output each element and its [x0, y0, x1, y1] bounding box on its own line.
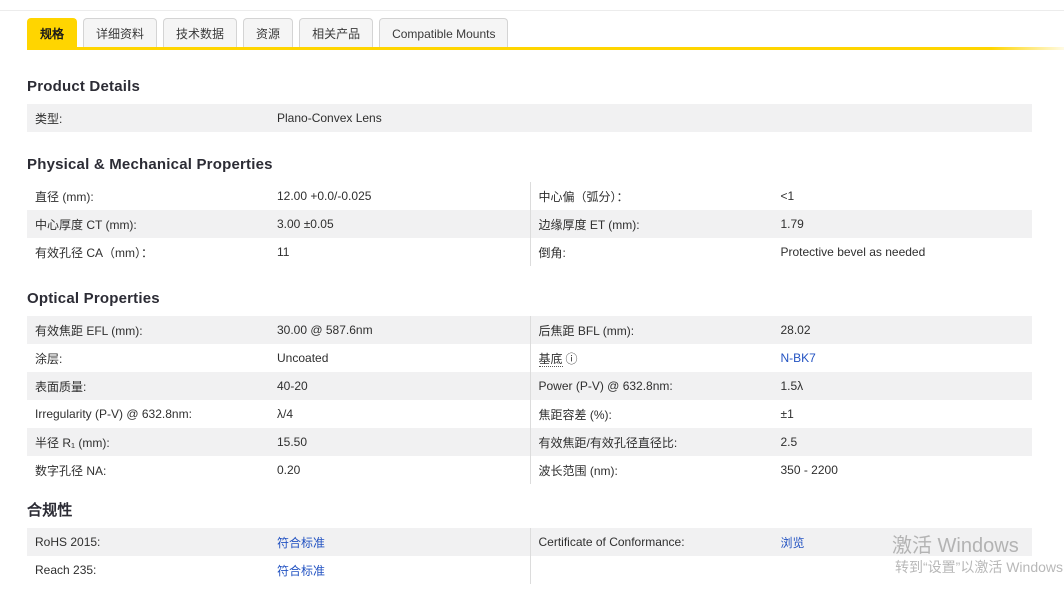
physical-properties-table: 直径 (mm): 12.00 +0.0/-0.025 中心偏（弧分）： <1 中… — [27, 182, 1032, 266]
table-row: RoHS 2015: 符合标准 Certificate of Conforman… — [27, 528, 1032, 556]
spec-label-coating: 涂层: — [35, 351, 63, 366]
certificate-view-link[interactable]: 浏览 — [781, 536, 805, 550]
section-title-physical: Physical & Mechanical Properties — [27, 156, 273, 173]
table-row: 类型: Plano-Convex Lens — [27, 104, 1032, 132]
spec-label-diameter: 直径 (mm): — [35, 189, 94, 204]
spec-value-edge-thickness: 1.79 — [780, 217, 804, 231]
table-row: 涂层: Uncoated 基底 ⓘ N-BK7 — [27, 344, 1032, 372]
spec-value-f-number: 2.5 — [780, 435, 798, 449]
product-spec-page: 规格 详细资料 技术数据 资源 相关产品 Compatible Mounts P… — [0, 0, 1064, 600]
tab-resources[interactable]: 资源 — [243, 18, 294, 48]
spec-label-centration: 中心偏（弧分）： — [538, 189, 629, 204]
spec-label-radius-r1: 半径 R₁ (mm): — [35, 435, 110, 450]
compliance-table: RoHS 2015: 符合标准 Certificate of Conforman… — [27, 528, 1032, 584]
spec-label-center-thickness: 中心厚度 CT (mm): — [35, 217, 137, 232]
spec-label-certificate: Certificate of Conformance: — [538, 535, 685, 549]
table-row: 中心厚度 CT (mm): 3.00 ±0.05 边缘厚度 ET (mm): 1… — [27, 210, 1032, 238]
table-row: 数字孔径 NA: 0.20 波长范围 (nm): 350 - 2200 — [27, 456, 1032, 484]
spec-value-bevel: Protective bevel as needed — [780, 245, 926, 259]
top-divider — [0, 10, 1064, 11]
spec-label-surface-quality: 表面质量: — [35, 379, 87, 394]
spec-value-bfl: 28.02 — [780, 323, 811, 337]
table-row: 有效孔径 CA（mm）： 11 倒角: Protective bevel as … — [27, 238, 1032, 266]
spec-label-edge-thickness: 边缘厚度 ET (mm): — [538, 217, 640, 232]
spec-value-clear-aperture: 11 — [277, 245, 290, 259]
tab-technical-data[interactable]: 技术数据 — [163, 18, 238, 48]
spec-value-type: Plano-Convex Lens — [277, 111, 382, 125]
spec-value-efl: 30.00 @ 587.6nm — [277, 323, 373, 337]
spec-value-center-thickness: 3.00 ±0.05 — [277, 217, 334, 231]
tab-specs[interactable]: 规格 — [27, 18, 78, 48]
spec-label-power: Power (P-V) @ 632.8nm: — [538, 379, 673, 393]
rohs-compliant-link[interactable]: 符合标准 — [277, 536, 325, 550]
info-icon[interactable]: ⓘ — [566, 352, 578, 366]
spec-content: Product Details 类型: Plano-Convex Lens Ph… — [27, 78, 1032, 586]
spec-value-na: 0.20 — [277, 463, 301, 477]
spec-value-centration: <1 — [780, 189, 795, 203]
optical-properties-table: 有效焦距 EFL (mm): 30.00 @ 587.6nm 后焦距 BFL (… — [27, 316, 1032, 484]
spec-label-efl: 有效焦距 EFL (mm): — [35, 323, 143, 338]
spec-value-diameter: 12.00 +0.0/-0.025 — [277, 189, 372, 203]
spec-value-radius-r1: 15.50 — [277, 435, 308, 449]
spec-label-substrate: 基底 ⓘ — [531, 350, 781, 367]
spec-label-clear-aperture: 有效孔径 CA（mm）： — [35, 245, 153, 260]
spec-value-fl-tolerance: ±1 — [780, 407, 794, 421]
table-row: 表面质量: 40-20 Power (P-V) @ 632.8nm: 1.5λ — [27, 372, 1032, 400]
spec-label-wavelength-range: 波长范围 (nm): — [538, 463, 618, 478]
spec-label-reach: Reach 235: — [35, 563, 97, 577]
substrate-term[interactable]: 基底 — [538, 351, 563, 367]
spec-label-type: 类型: — [35, 111, 63, 126]
spec-label-bfl: 后焦距 BFL (mm): — [538, 323, 635, 338]
spec-label-bevel: 倒角: — [538, 245, 566, 260]
section-title-product-details: Product Details — [27, 78, 141, 95]
spec-label-rohs: RoHS 2015: — [35, 535, 101, 549]
table-row: Reach 235: 符合标准 — [27, 556, 1032, 584]
spec-label-na: 数字孔径 NA: — [35, 463, 107, 478]
tab-details[interactable]: 详细资料 — [83, 18, 158, 48]
product-details-table: 类型: Plano-Convex Lens — [27, 104, 1032, 132]
tab-related-products[interactable]: 相关产品 — [299, 18, 374, 48]
spec-value-surface-quality: 40-20 — [277, 379, 308, 393]
spec-value-wavelength-range: 350 - 2200 — [780, 463, 838, 477]
spec-label-f-number: 有效焦距/有效孔径直径比: — [538, 435, 678, 450]
table-row: 有效焦距 EFL (mm): 30.00 @ 587.6nm 后焦距 BFL (… — [27, 316, 1032, 344]
spec-label-irregularity: Irregularity (P-V) @ 632.8nm: — [35, 407, 192, 421]
table-row: Irregularity (P-V) @ 632.8nm: λ/4 焦距容差 (… — [27, 400, 1032, 428]
reach-compliant-link[interactable]: 符合标准 — [277, 564, 325, 578]
section-title-compliance: 合规性 — [27, 502, 73, 519]
spec-value-irregularity: λ/4 — [277, 407, 294, 421]
tab-compatible-mounts[interactable]: Compatible Mounts — [379, 18, 509, 48]
section-title-optical: Optical Properties — [27, 290, 160, 307]
table-row: 直径 (mm): 12.00 +0.0/-0.025 中心偏（弧分）： <1 — [27, 182, 1032, 210]
active-tab-underline — [27, 47, 1064, 50]
spec-value-coating: Uncoated — [277, 351, 329, 365]
table-row: 半径 R₁ (mm): 15.50 有效焦距/有效孔径直径比: 2.5 — [27, 428, 1032, 456]
tab-bar: 规格 详细资料 技术数据 资源 相关产品 Compatible Mounts — [27, 18, 509, 48]
substrate-link[interactable]: N-BK7 — [781, 351, 816, 365]
spec-value-power: 1.5λ — [780, 379, 804, 393]
spec-label-fl-tolerance: 焦距容差 (%): — [538, 407, 612, 422]
